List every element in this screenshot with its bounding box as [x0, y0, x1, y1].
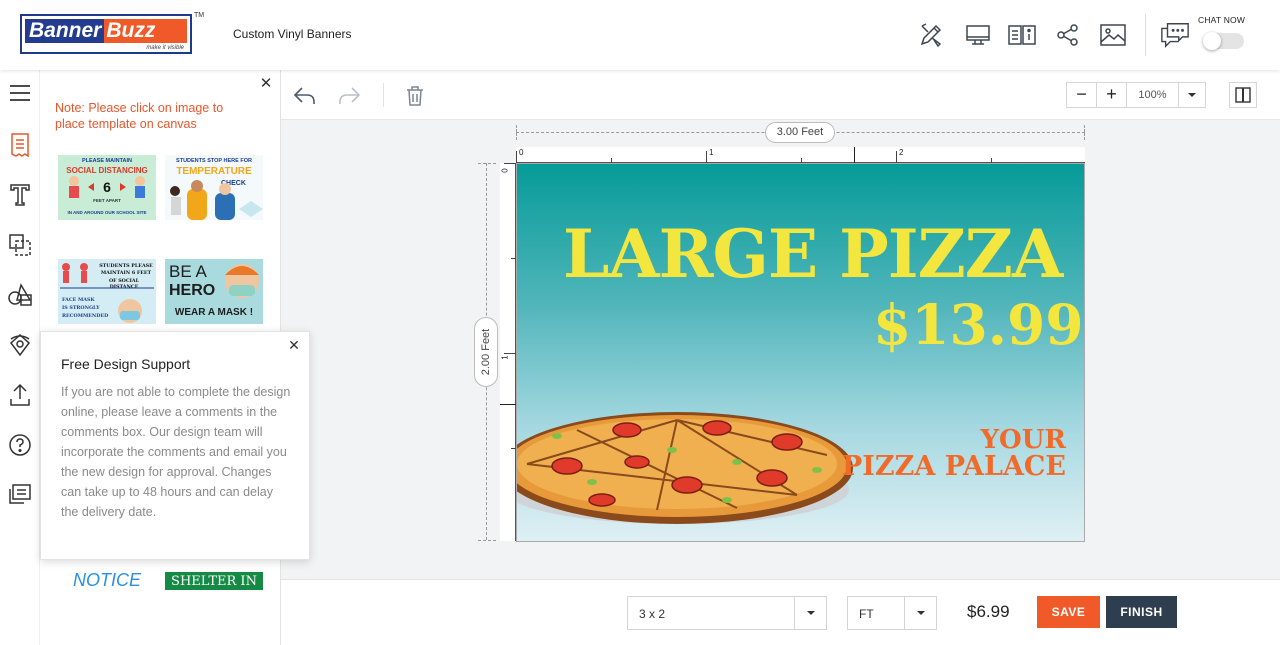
chat-now-toggle[interactable] — [1203, 32, 1244, 50]
chat-icon[interactable] — [1160, 20, 1190, 50]
banner-tagline-line1[interactable]: YOUR — [981, 426, 1067, 454]
help-icon[interactable] — [5, 430, 35, 460]
banner-headline[interactable]: LARGE PIZZA — [563, 216, 1063, 292]
chat-now-label: CHAT NOW — [1198, 15, 1246, 25]
popup-body: If you are not able to complete the desi… — [61, 385, 291, 519]
template-thumb-temperature-check[interactable]: STUDENTS STOP HERE FOR TEMPERATURE CHECK — [165, 155, 263, 220]
vertical-ruler: 0 1 — [500, 163, 516, 541]
zoom-dropdown[interactable] — [1179, 83, 1205, 107]
thumb-text: HERO — [169, 282, 216, 299]
free-design-support-popup: ✕ Free Design Support If you are not abl… — [40, 331, 310, 560]
logo-tagline: make it visible — [146, 45, 184, 51]
panel-note: Note: Please click on image to place tem… — [55, 101, 224, 131]
width-dimension-tick — [516, 125, 517, 140]
book-info-icon[interactable] — [1007, 20, 1037, 50]
thumb-text: STUDENTS STOP HERE FOR — [176, 158, 252, 164]
logo-banner-text: Banner — [25, 19, 105, 43]
header-separator — [1145, 14, 1146, 56]
size-value: 3 x 2 — [639, 607, 666, 621]
layers-icon[interactable] — [5, 230, 35, 260]
save-button[interactable]: SAVE — [1037, 596, 1100, 628]
ruler-ticks — [500, 163, 516, 449]
chevron-down-icon — [1188, 93, 1196, 97]
image-icon[interactable] — [1098, 20, 1128, 50]
template-icon[interactable] — [5, 130, 35, 160]
thumb-text: IN AND AROUND OUR SCHOOL SITE — [67, 210, 147, 215]
upload-icon[interactable] — [5, 380, 35, 410]
top-header: Banner Buzz make it visible TM Custom Vi… — [0, 0, 1280, 70]
share-icon[interactable] — [1053, 20, 1083, 50]
thumb-text: WEAR A MASK ! — [174, 307, 254, 318]
width-dimension-label: 3.00 Feet — [765, 122, 835, 143]
bottom-bar: 3 x 2 FT $6.99 SAVE FINISH — [281, 579, 1280, 645]
logo-trademark: TM — [194, 12, 205, 19]
banner-tagline-line2[interactable]: PIZZA PALACE — [842, 451, 1066, 483]
zoom-out-button[interactable]: − — [1067, 83, 1097, 107]
template-thumb-shelter-in-place[interactable]: SHELTER IN — [165, 572, 263, 590]
banner-price[interactable]: $13.99 — [873, 294, 1084, 356]
shapes-icon[interactable] — [5, 280, 35, 310]
height-dimension-tick — [478, 163, 496, 164]
popup-title: Free Design Support — [61, 356, 191, 372]
design-workspace: 3.00 Feet 2.00 Feet 0 1 2 0 1 LARGE PIZZ… — [281, 120, 1280, 579]
close-panel-icon[interactable]: ✕ — [258, 76, 274, 92]
split-view-toggle[interactable] — [1229, 82, 1257, 108]
canvas-toolbar: − + 100% — [281, 70, 1280, 120]
size-dropdown-arrow[interactable] — [794, 597, 826, 629]
bannerbuzz-logo[interactable]: Banner Buzz make it visible — [20, 14, 192, 54]
thumb-text: TEMPERATURE — [176, 166, 252, 177]
template-thumb-social-distancing[interactable]: PLEASE MAINTAIN SOCIAL DISTANCING 6 FEET… — [58, 155, 156, 220]
menu-icon[interactable] — [5, 78, 35, 108]
split-view-icon — [1235, 87, 1251, 103]
thumb-text: NOTICE — [72, 570, 141, 590]
redo-icon[interactable] — [336, 83, 362, 109]
ruler-ticks — [516, 147, 992, 163]
price-total: $6.99 — [967, 602, 1010, 621]
text-icon[interactable] — [5, 180, 35, 210]
zoom-control: − + 100% — [1066, 82, 1206, 108]
temperature-illustration — [170, 180, 263, 220]
hero-face-illustration — [225, 264, 259, 298]
unit-select[interactable]: FT — [847, 596, 937, 630]
tool-rail — [0, 70, 40, 645]
logo-wordmark: Banner Buzz — [25, 19, 187, 43]
chevron-down-icon — [916, 611, 925, 615]
unit-dropdown-arrow[interactable] — [904, 597, 936, 629]
unit-value: FT — [859, 607, 874, 621]
zoom-level[interactable]: 100% — [1127, 83, 1179, 107]
toggle-knob — [1203, 32, 1221, 50]
pizza-image[interactable] — [516, 400, 857, 530]
template-thumb-be-a-hero[interactable]: BE A HERO WEAR A MASK ! — [165, 259, 263, 324]
height-dimension-text: 2.00 Feet — [480, 328, 492, 376]
height-dimension-tick — [478, 540, 496, 541]
height-dimension-label: 2.00 Feet — [474, 317, 498, 387]
mask-illustration — [60, 263, 154, 323]
kids-illustration — [69, 176, 145, 198]
delete-icon[interactable] — [402, 83, 428, 109]
monitor-icon[interactable] — [963, 20, 993, 50]
zoom-in-button[interactable]: + — [1097, 83, 1127, 107]
pencil-ruler-icon[interactable] — [916, 20, 946, 50]
thumb-text: SHELTER IN — [171, 574, 257, 589]
thumb-text: SOCIAL DISTANCING — [66, 166, 148, 175]
close-popup-icon[interactable]: ✕ — [287, 338, 301, 352]
logo-buzz-text: Buzz — [104, 19, 187, 43]
width-dimension-tick — [1084, 125, 1085, 140]
clipart-icon[interactable] — [5, 330, 35, 360]
toolbar-separator — [383, 83, 384, 107]
finish-button[interactable]: FINISH — [1106, 596, 1177, 628]
chevron-down-icon — [806, 611, 815, 615]
page-title: Custom Vinyl Banners — [233, 27, 352, 41]
thumb-text: BE A — [169, 262, 207, 281]
template-thumb-social-distance-mask[interactable]: STUDENTS PLEASE MAINTAIN 6 FEET OF SOCIA… — [58, 259, 156, 324]
comments-icon[interactable] — [5, 480, 35, 510]
template-thumb-notice[interactable]: NOTICE — [58, 570, 156, 635]
horizontal-ruler: 0 1 2 — [516, 147, 1085, 163]
thumb-text: PLEASE MAINTAIN — [81, 158, 132, 164]
banner-size-select[interactable]: 3 x 2 — [627, 596, 827, 630]
design-canvas[interactable]: LARGE PIZZA $13.99 YOUR PIZZA PALACE — [516, 163, 1085, 542]
undo-icon[interactable] — [292, 83, 318, 109]
